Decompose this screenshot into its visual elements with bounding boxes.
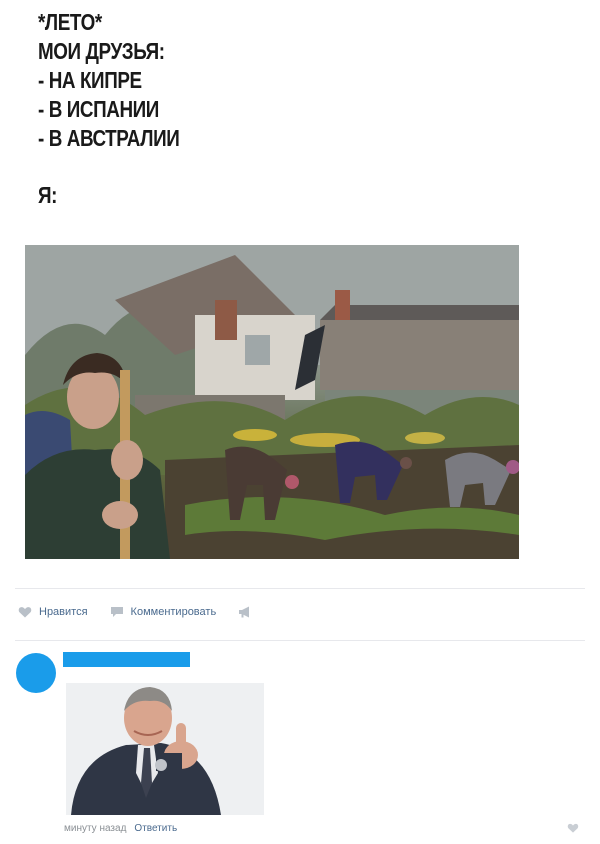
post-text-line: - НА КИПРЕ [38, 67, 142, 93]
post-text-line: - В АВСТРАЛИИ [38, 125, 180, 151]
comment-button[interactable]: Комментировать [110, 606, 217, 618]
post-text-me: Я: [38, 182, 58, 208]
post-actions: Нравится Комментировать [18, 602, 281, 622]
divider-comments [15, 640, 585, 641]
post-text: *ЛЕТО* МОИ ДРУЗЬЯ: - НА КИПРЕ - В ИСПАНИ… [38, 8, 180, 210]
avatar[interactable] [16, 653, 56, 693]
like-label: Нравится [39, 606, 88, 618]
comment-author-name[interactable] [63, 652, 190, 667]
share-button[interactable] [238, 606, 259, 618]
comment-meta: минуту назад Ответить [64, 823, 177, 834]
post-text-line: *ЛЕТО* [38, 9, 102, 35]
comment-label: Комментировать [130, 606, 217, 618]
divider-post [15, 588, 585, 589]
post-photo-scene [25, 245, 519, 559]
comment-like-icon[interactable] [567, 823, 579, 833]
post-photo[interactable] [25, 245, 519, 559]
post-text-line: - В ИСПАНИИ [38, 96, 159, 122]
heart-icon [18, 607, 32, 618]
comment-photo-scene [66, 683, 264, 815]
comment-time: минуту назад [64, 823, 127, 834]
comment-icon [110, 607, 123, 617]
megaphone-icon [239, 606, 250, 618]
reply-button[interactable]: Ответить [134, 823, 177, 834]
like-button[interactable]: Нравится [18, 606, 88, 618]
comment-photo[interactable] [66, 683, 264, 815]
post-text-line: МОИ ДРУЗЬЯ: [38, 38, 165, 64]
